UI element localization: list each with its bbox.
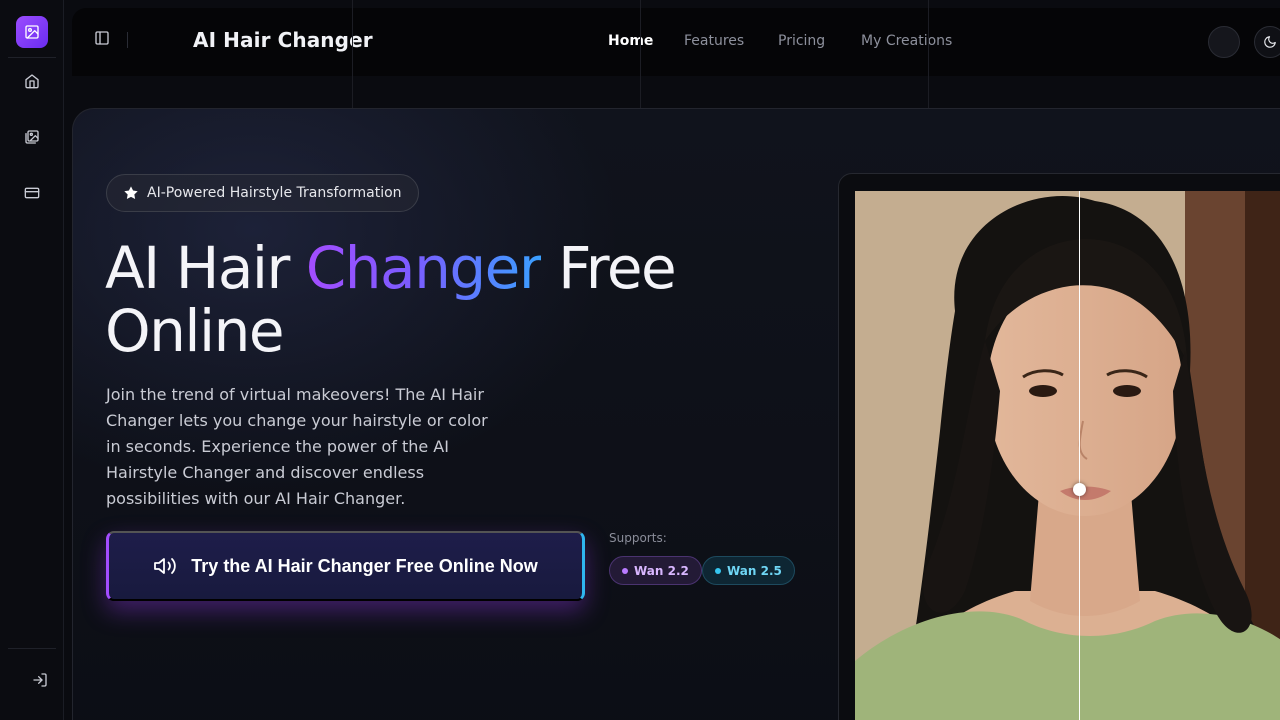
nav-home[interactable]: Home [608,33,653,49]
comparison-divider [1079,191,1080,720]
before-after-comparison[interactable] [855,191,1280,720]
sidebar-item-gallery[interactable] [20,125,44,149]
sidebar-item-billing[interactable] [20,181,44,205]
grid-line [352,0,353,108]
portrait-image [855,191,1280,720]
nav-features[interactable]: Features [684,33,744,49]
panel-left-icon [95,31,109,45]
sidebar-toggle-button[interactable] [94,30,114,50]
star-icon [124,186,138,199]
model-badge-label: Wan 2.5 [727,563,782,578]
nav-my-creations[interactable]: My Creations [861,33,952,49]
hero-description: Join the trend of virtual makeovers! The… [106,385,488,508]
sidebar-item-home[interactable] [20,69,44,93]
app-title[interactable]: AI Hair Changer [193,28,373,52]
hero-section: AI-Powered Hairstyle Transformation AI H… [72,108,1280,720]
hero-badge-text: AI-Powered Hairstyle Transformation [147,185,402,201]
model-badge-label: Wan 2.2 [634,563,689,578]
hero-headline: AI Hair Changer Free Online [105,237,745,363]
nav-pricing[interactable]: Pricing [778,33,825,49]
model-badge-wan-2-2: Wan 2.2 [609,556,702,585]
sidebar [0,0,64,720]
image-icon [25,25,39,39]
grid-line [640,0,641,108]
app-logo[interactable] [16,16,48,48]
sidebar-divider [8,648,56,649]
try-now-button[interactable]: Try the AI Hair Changer Free Online Now [106,531,585,601]
credit-card-icon [24,187,40,199]
home-icon [25,74,39,89]
comparison-slider-handle[interactable] [1073,483,1086,496]
hero-badge: AI-Powered Hairstyle Transformation [106,174,419,212]
login-button[interactable] [28,668,52,692]
speaker-icon [154,558,177,574]
avatar[interactable] [1208,26,1240,58]
status-dot [622,567,628,574]
headline-part-1: AI Hair [105,234,306,302]
headline-highlight: Changer [305,234,543,302]
login-icon [33,673,47,687]
topbar-separator [127,32,128,48]
model-badge-wan-2-5: Wan 2.5 [702,556,795,585]
top-bar: AI Hair Changer Home Features Pricing My… [72,8,1280,76]
status-dot [715,567,721,574]
gallery-icon [25,130,39,144]
grid-line [928,0,929,108]
supports-label: Supports: [609,531,667,545]
theme-toggle-button[interactable] [1254,26,1280,58]
sidebar-divider [8,57,56,58]
try-now-label: Try the AI Hair Changer Free Online Now [191,555,538,576]
moon-icon [1264,36,1276,48]
